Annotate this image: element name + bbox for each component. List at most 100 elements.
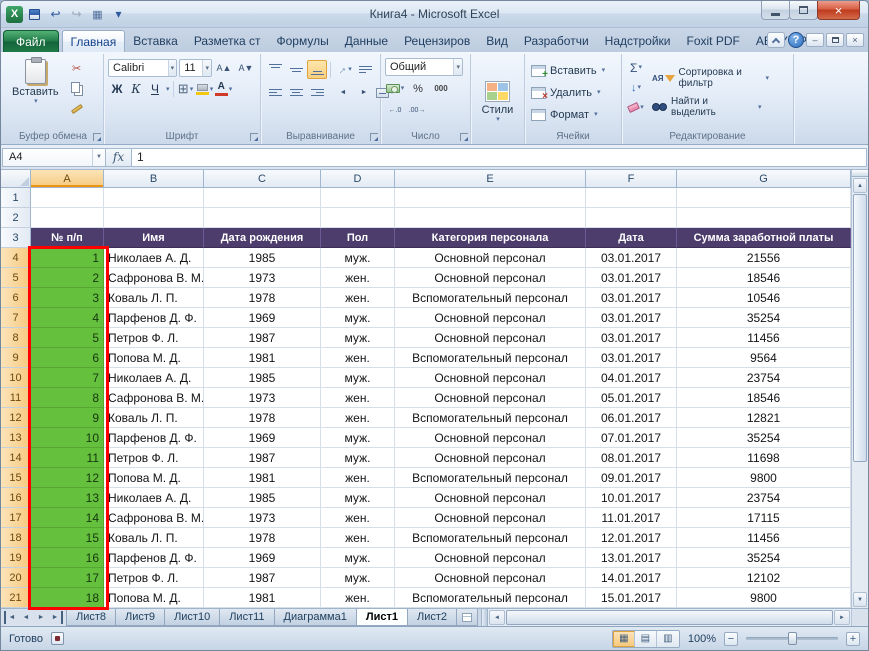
cell-B14[interactable]: Петров Ф. Л.	[104, 448, 204, 468]
cell-B17[interactable]: Сафронова В. М.	[104, 508, 204, 528]
cell-F12[interactable]: 06.01.2017	[586, 408, 677, 428]
cell-C13[interactable]: 1969	[204, 428, 321, 448]
cell-C15[interactable]: 1981	[204, 468, 321, 488]
row-header-8[interactable]: 8	[1, 328, 31, 348]
cell-F7[interactable]: 03.01.2017	[586, 308, 677, 328]
cell-A12[interactable]: 9	[31, 408, 104, 428]
sheet-tab-Лист11[interactable]: Лист11	[219, 609, 274, 626]
cell-D14[interactable]: муж.	[321, 448, 395, 468]
cell-E17[interactable]: Основной персонал	[395, 508, 586, 528]
cell-F21[interactable]: 15.01.2017	[586, 588, 677, 608]
cell-C19[interactable]: 1969	[204, 548, 321, 568]
cell-G7[interactable]: 35254	[677, 308, 851, 328]
cell-A15[interactable]: 12	[31, 468, 104, 488]
maximize-button[interactable]	[789, 1, 818, 20]
decrease-decimal-button[interactable]: .00→	[407, 101, 427, 120]
copy-button[interactable]	[67, 79, 87, 98]
minimize-button[interactable]	[761, 1, 790, 20]
cut-button[interactable]: ✂	[67, 59, 87, 78]
cell-B16[interactable]: Николаев А. Д.	[104, 488, 204, 508]
row-header-13[interactable]: 13	[1, 428, 31, 448]
shrink-font-button[interactable]: А▼	[236, 58, 256, 77]
cell-G3[interactable]: Сумма заработной платы	[677, 228, 851, 248]
row-header-10[interactable]: 10	[1, 368, 31, 388]
cell-E6[interactable]: Вспомогательный персонал	[395, 288, 586, 308]
ribbon-tab-Надстройки[interactable]: Надстройки	[597, 31, 679, 52]
cell-A9[interactable]: 6	[31, 348, 104, 368]
borders-button[interactable]: ⊞ ▾	[177, 80, 195, 98]
macro-record-button[interactable]	[51, 632, 64, 645]
first-sheet-button[interactable]: ◄	[4, 611, 18, 624]
cell-E15[interactable]: Вспомогательный персонал	[395, 468, 586, 488]
orientation-button[interactable]: →▾	[334, 60, 354, 79]
wrap-text-button[interactable]	[355, 60, 375, 79]
row-header-12[interactable]: 12	[1, 408, 31, 428]
font-color-button[interactable]: А ▾	[215, 80, 233, 98]
row-header-15[interactable]: 15	[1, 468, 31, 488]
cell-B15[interactable]: Попова М. Д.	[104, 468, 204, 488]
zoom-in-button[interactable]: +	[846, 632, 860, 646]
cell-F18[interactable]: 12.01.2017	[586, 528, 677, 548]
cell-E18[interactable]: Вспомогательный персонал	[395, 528, 586, 548]
column-header-A[interactable]: A	[31, 170, 104, 188]
tab-splitter[interactable]	[481, 609, 488, 626]
save-button[interactable]	[25, 5, 44, 23]
cell-G10[interactable]: 23754	[677, 368, 851, 388]
row-header-6[interactable]: 6	[1, 288, 31, 308]
select-all-button[interactable]	[1, 170, 31, 188]
italic-button[interactable]: К	[127, 80, 145, 98]
increase-decimal-button[interactable]: ←.0	[385, 101, 405, 120]
sheet-tab-Лист1[interactable]: Лист1	[356, 609, 408, 626]
grow-font-button[interactable]: А▲	[214, 58, 234, 77]
next-sheet-button[interactable]: ►	[34, 611, 48, 624]
table-mode-button[interactable]: ▦	[88, 5, 107, 23]
clipboard-dialog-launcher[interactable]	[93, 133, 101, 141]
cell-G17[interactable]: 17115	[677, 508, 851, 528]
scroll-left-button[interactable]: ◄	[489, 610, 505, 625]
column-header-G[interactable]: G	[677, 170, 851, 188]
number-format-combo[interactable]: Общий ▾	[385, 58, 463, 76]
cell-E10[interactable]: Основной персонал	[395, 368, 586, 388]
row-header-5[interactable]: 5	[1, 268, 31, 288]
cell-B6[interactable]: Коваль Л. П.	[104, 288, 204, 308]
cell-E16[interactable]: Основной персонал	[395, 488, 586, 508]
insert-cells-button[interactable]: + Вставить ▾	[529, 60, 617, 81]
cell-E9[interactable]: Вспомогательный персонал	[395, 348, 586, 368]
cell-C10[interactable]: 1985	[204, 368, 321, 388]
font-dialog-launcher[interactable]	[250, 133, 258, 141]
cell-F9[interactable]: 03.01.2017	[586, 348, 677, 368]
cell-C20[interactable]: 1987	[204, 568, 321, 588]
ribbon-tab-Разработчи[interactable]: Разработчи	[516, 31, 597, 52]
cell-F2[interactable]	[586, 208, 677, 228]
scroll-right-button[interactable]: ►	[834, 610, 850, 625]
accounting-format-button[interactable]: ▾	[385, 79, 405, 98]
cell-G9[interactable]: 9564	[677, 348, 851, 368]
row-header-4[interactable]: 4	[1, 248, 31, 268]
cell-F20[interactable]: 14.01.2017	[586, 568, 677, 588]
cell-F8[interactable]: 03.01.2017	[586, 328, 677, 348]
sheet-tab-Лист8[interactable]: Лист8	[66, 609, 116, 626]
format-painter-button[interactable]	[67, 99, 87, 118]
help-button[interactable]: ?	[788, 32, 804, 48]
alignment-dialog-launcher[interactable]	[370, 133, 378, 141]
format-cells-button[interactable]: Формат ▾	[529, 104, 617, 125]
split-handle[interactable]	[852, 170, 868, 177]
cell-A5[interactable]: 2	[31, 268, 104, 288]
cell-C11[interactable]: 1973	[204, 388, 321, 408]
cell-A17[interactable]: 14	[31, 508, 104, 528]
cell-B21[interactable]: Попова М. Д.	[104, 588, 204, 608]
cell-C14[interactable]: 1987	[204, 448, 321, 468]
cell-D4[interactable]: муж.	[321, 248, 395, 268]
cell-G14[interactable]: 11698	[677, 448, 851, 468]
cell-D19[interactable]: муж.	[321, 548, 395, 568]
align-right-button[interactable]	[307, 83, 327, 102]
cell-E7[interactable]: Основной персонал	[395, 308, 586, 328]
cell-E3[interactable]: Категория персонала	[395, 228, 586, 248]
cell-C2[interactable]	[204, 208, 321, 228]
cell-B9[interactable]: Попова М. Д.	[104, 348, 204, 368]
row-header-19[interactable]: 19	[1, 548, 31, 568]
name-box[interactable]: A4 ▼	[2, 148, 106, 167]
cell-C16[interactable]: 1985	[204, 488, 321, 508]
cell-D16[interactable]: муж.	[321, 488, 395, 508]
ribbon-tab-Рецензиров[interactable]: Рецензиров	[396, 31, 478, 52]
